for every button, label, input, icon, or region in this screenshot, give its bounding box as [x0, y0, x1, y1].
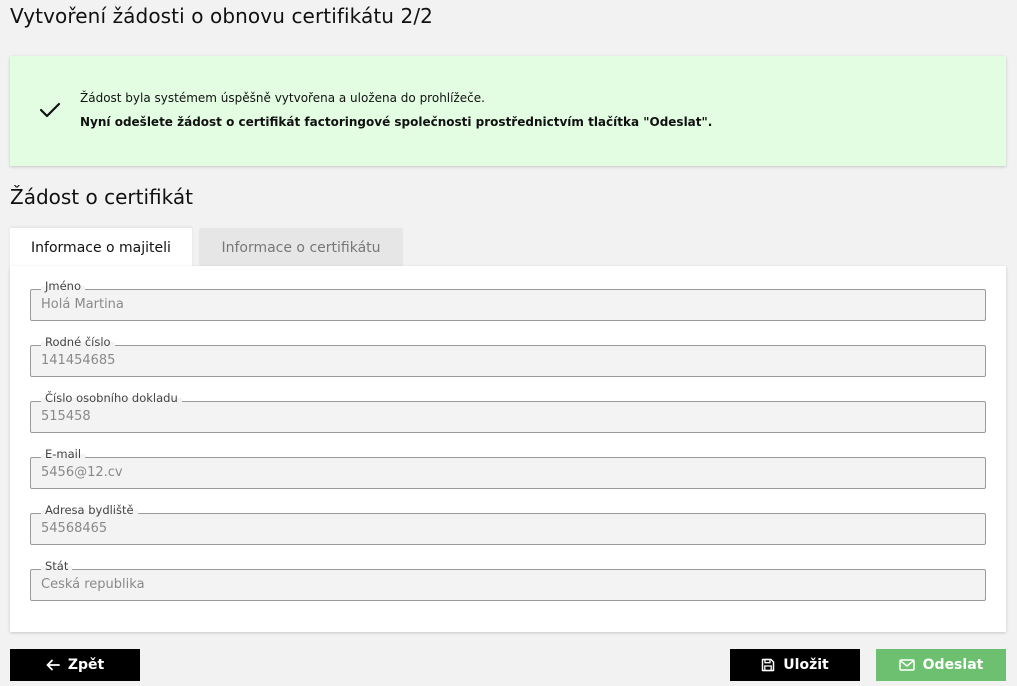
- owner-info-form: Jméno Rodné číslo Číslo osobního dokladu…: [10, 266, 1006, 632]
- alert-message: Žádost byla systémem úspěšně vytvořena a…: [80, 91, 485, 105]
- back-button[interactable]: Zpět: [10, 649, 140, 681]
- envelope-icon: [898, 659, 915, 671]
- email-label: E-mail: [41, 447, 86, 461]
- back-button-label: Zpět: [67, 657, 105, 673]
- send-button[interactable]: Odeslat: [876, 649, 1006, 681]
- id-document-label: Číslo osobního dokladu: [41, 391, 182, 405]
- save-button[interactable]: Uložit: [730, 649, 860, 681]
- country-field[interactable]: Stát: [30, 559, 986, 601]
- email-input[interactable]: [41, 465, 941, 480]
- name-label: Jméno: [41, 279, 85, 293]
- floppy-disk-icon: [762, 658, 775, 672]
- section-title: Žádost o certifikát: [10, 185, 193, 209]
- alert-instruction: Nyní odešlete žádost o certifikát factor…: [80, 115, 713, 129]
- id-document-input[interactable]: [41, 409, 941, 424]
- country-label: Stát: [41, 559, 73, 573]
- address-field[interactable]: Adresa bydliště: [30, 503, 986, 545]
- send-button-label: Odeslat: [922, 657, 984, 673]
- name-input[interactable]: [41, 297, 941, 312]
- birth-number-field[interactable]: Rodné číslo: [30, 335, 986, 377]
- address-input[interactable]: [41, 521, 941, 536]
- check-icon: [39, 102, 61, 118]
- country-input[interactable]: [41, 577, 941, 592]
- success-alert: Žádost byla systémem úspěšně vytvořena a…: [10, 56, 1006, 166]
- tab-owner-info[interactable]: Informace o majiteli: [10, 228, 192, 267]
- arrow-left-icon: [46, 659, 60, 671]
- name-field[interactable]: Jméno: [30, 279, 986, 321]
- email-field[interactable]: E-mail: [30, 447, 986, 489]
- birth-number-label: Rodné číslo: [41, 335, 115, 349]
- address-label: Adresa bydliště: [41, 503, 138, 517]
- id-document-field[interactable]: Číslo osobního dokladu: [30, 391, 986, 433]
- save-button-label: Uložit: [783, 657, 829, 673]
- birth-number-input[interactable]: [41, 353, 941, 368]
- page-title: Vytvoření žádosti o obnovu certifikátu 2…: [10, 4, 434, 28]
- tab-certificate-info[interactable]: Informace o certifikátu: [200, 228, 402, 267]
